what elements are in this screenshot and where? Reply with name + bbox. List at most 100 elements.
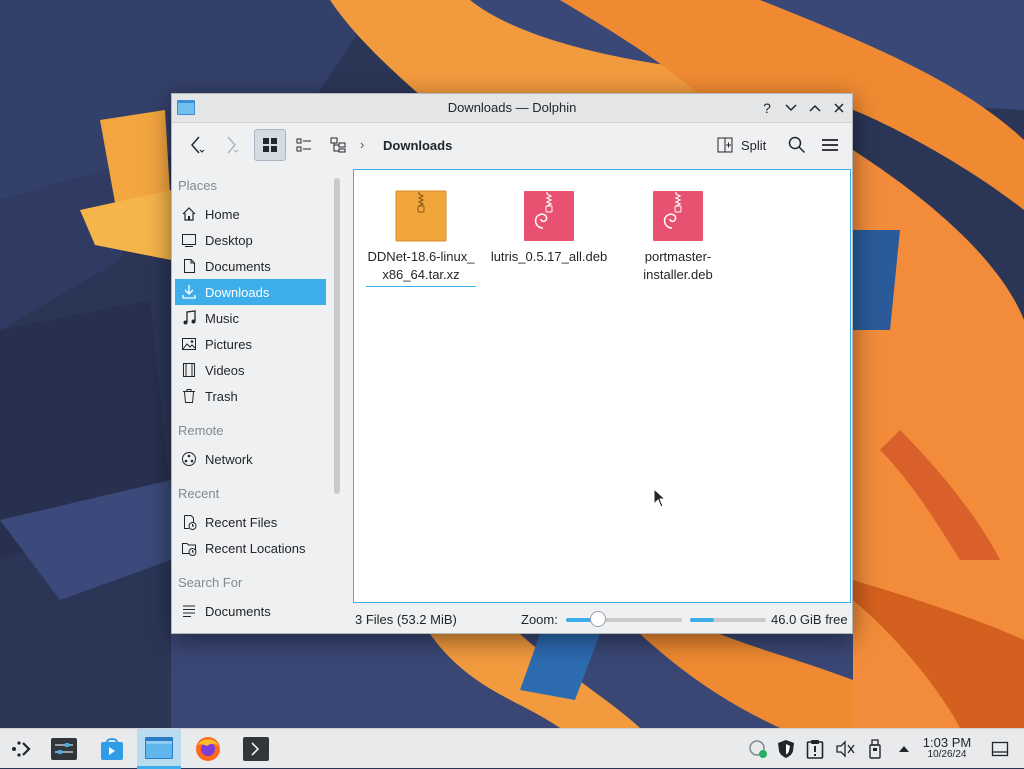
discover-store-icon	[101, 738, 123, 760]
sidebar-item-desktop[interactable]: Desktop	[175, 227, 326, 253]
taskbar-system-settings[interactable]	[42, 729, 86, 769]
tray-security[interactable]	[773, 729, 799, 769]
sidebar-item-home[interactable]: Home	[175, 201, 326, 227]
digital-clock[interactable]: 1:03 PM 10/26/24	[918, 735, 976, 761]
clock-time: 1:03 PM	[922, 735, 972, 750]
archive-icon	[395, 190, 447, 242]
debian-package-icon	[524, 191, 574, 241]
terminal-icon	[243, 737, 269, 761]
sidebar-item-label: Pictures	[205, 336, 252, 352]
breadcrumb-current[interactable]: Downloads	[383, 138, 452, 153]
launcher-icon	[12, 741, 31, 757]
volume-muted-icon	[836, 740, 855, 758]
network-icon	[181, 451, 197, 467]
settings-icon	[51, 738, 77, 760]
sidebar-item-downloads[interactable]: Downloads	[175, 279, 326, 305]
sidebar-item-videos[interactable]: Videos	[175, 357, 326, 383]
grid-view-icon	[263, 138, 277, 152]
status-bar: 3 Files (53.2 MiB) Zoom: 46.0 GiB free	[353, 606, 853, 632]
chevron-up-icon	[809, 104, 821, 112]
file-item[interactable]: lutris_0.5.17_all.deb	[490, 190, 608, 266]
sidebar-item-music[interactable]: Music	[175, 305, 326, 331]
taskbar-firefox[interactable]	[186, 729, 230, 769]
tray-notification-status[interactable]	[745, 729, 771, 769]
zoom-slider-handle[interactable]	[590, 611, 607, 627]
application-launcher[interactable]	[0, 729, 44, 769]
sidebar-item-label: Documents	[205, 603, 271, 619]
sidebar-item-label: Documents	[205, 258, 271, 274]
zoom-label: Zoom:	[521, 612, 558, 627]
show-desktop-icon	[991, 741, 1009, 757]
status-circle-icon	[749, 740, 767, 758]
music-icon	[181, 310, 197, 326]
sidebar-item-pictures[interactable]: Pictures	[175, 331, 326, 357]
free-space: 46.0 GiB free	[771, 612, 848, 627]
file-name-line2: x86_64.tar.xz	[382, 267, 460, 282]
taskbar-discover[interactable]	[90, 729, 134, 769]
videos-icon	[181, 362, 197, 378]
clock-date: 10/26/24	[927, 749, 967, 760]
forward-button[interactable]	[216, 129, 246, 161]
file-name-line1: portmaster-	[644, 249, 712, 264]
trash-icon	[181, 388, 197, 404]
places-header: Places	[178, 178, 218, 193]
documents-icon	[181, 258, 197, 274]
rename-underline	[366, 286, 476, 287]
recent-locations-icon	[181, 540, 197, 556]
downloads-icon	[181, 284, 197, 300]
search-button[interactable]	[784, 129, 810, 161]
recent-files-icon	[181, 514, 197, 530]
taskbar-dolphin[interactable]	[137, 729, 181, 769]
sidebar-item-documents[interactable]: Documents	[175, 253, 326, 279]
back-button[interactable]	[182, 129, 212, 161]
chevron-down-icon	[785, 104, 797, 112]
tray-device[interactable]	[862, 729, 888, 769]
chevron-up-icon	[899, 746, 909, 752]
home-icon	[181, 206, 197, 222]
tray-volume[interactable]	[832, 729, 858, 769]
maximize-button[interactable]	[806, 99, 824, 117]
sidebar-item-label: Trash	[205, 388, 238, 404]
details-view-button[interactable]	[322, 129, 354, 161]
file-view[interactable]: DDNet-18.6-linux_ x86_64.tar.xz lutris_0…	[353, 169, 851, 603]
file-item[interactable]: DDNet-18.6-linux_ x86_64.tar.xz	[362, 190, 480, 287]
window-title: Downloads — Dolphin	[447, 100, 577, 115]
help-icon: ?	[763, 100, 771, 116]
zoom-slider[interactable]	[566, 611, 682, 627]
sidebar-item-network[interactable]: Network	[175, 446, 326, 472]
sidebar-item-search-documents[interactable]: Documents	[175, 598, 326, 624]
sidebar-item-label: Downloads	[205, 284, 270, 300]
sidebar-item-label: Music	[205, 310, 239, 326]
sidebar-item-recent-files[interactable]: Recent Files	[175, 509, 326, 535]
split-button[interactable]: Split	[717, 129, 766, 161]
sidebar-scrollbar[interactable]	[334, 178, 340, 494]
tray-updates[interactable]	[802, 729, 828, 769]
title-bar[interactable]: Downloads — Dolphin ?	[172, 94, 852, 123]
disk-space-fill	[690, 618, 715, 622]
tray-expand[interactable]	[892, 729, 916, 769]
file-count: 3 Files (53.2 MiB)	[355, 612, 457, 627]
minimize-button[interactable]	[782, 99, 800, 117]
forward-arrow-icon	[227, 136, 239, 154]
file-item[interactable]: portmaster- installer.deb	[619, 190, 737, 284]
menu-button[interactable]	[817, 129, 843, 161]
search-documents-icon	[181, 603, 197, 619]
debian-package-icon	[653, 191, 703, 241]
back-arrow-icon	[191, 136, 205, 154]
taskbar-konsole[interactable]	[234, 729, 278, 769]
sidebar-item-recent-locations[interactable]: Recent Locations	[175, 535, 326, 561]
compact-view-button[interactable]	[288, 129, 320, 161]
icons-view-button[interactable]	[254, 129, 286, 161]
sidebar-item-trash[interactable]: Trash	[175, 383, 326, 409]
help-button[interactable]: ?	[758, 99, 776, 117]
close-button[interactable]	[830, 99, 848, 117]
remote-header: Remote	[178, 423, 224, 438]
show-desktop-button[interactable]	[987, 729, 1013, 769]
clipboard-alert-icon	[806, 740, 824, 759]
sidebar-item-label: Home	[205, 206, 240, 222]
taskbar: 1:03 PM 10/26/24	[0, 728, 1024, 769]
hamburger-menu-icon	[822, 139, 838, 151]
sidebar-item-label: Network	[205, 451, 253, 467]
dolphin-window: Downloads — Dolphin ? › Downloads Split …	[171, 93, 853, 634]
recent-header: Recent	[178, 486, 220, 501]
